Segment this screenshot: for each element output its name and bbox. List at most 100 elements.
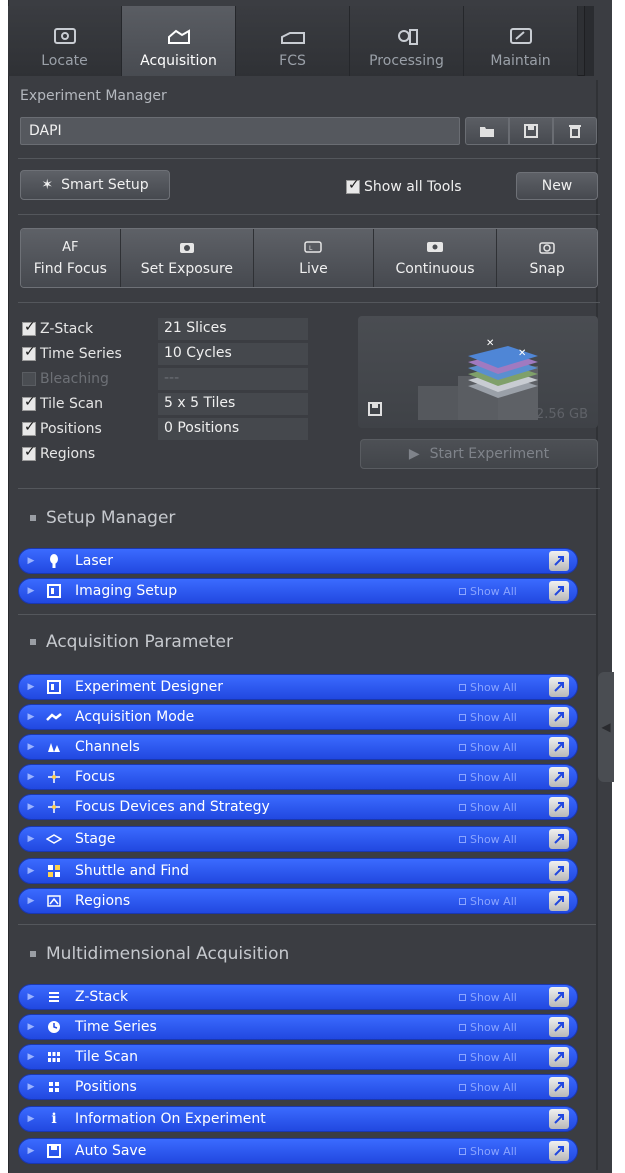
wand-icon: ✶ xyxy=(41,177,54,193)
expand-arrow-icon[interactable]: ▶ xyxy=(19,1022,43,1032)
expand-arrow-icon[interactable]: ▶ xyxy=(19,992,43,1002)
popout-icon[interactable] xyxy=(549,829,569,849)
tab-acquisition[interactable]: Acquisition xyxy=(122,6,236,76)
popout-icon[interactable] xyxy=(549,1017,569,1037)
tool-shuttle-and-find[interactable]: ▶ Shuttle and Find xyxy=(18,858,578,884)
laser-icon xyxy=(43,553,65,569)
tool-experiment-designer[interactable]: ▶ Experiment Designer Show All xyxy=(18,674,578,700)
tab-maintain[interactable]: Maintain xyxy=(464,6,578,76)
experiment-designer-icon xyxy=(43,680,65,694)
expand-arrow-icon[interactable]: ▶ xyxy=(19,802,43,812)
tool-acquisition-mode[interactable]: ▶ Acquisition Mode Show All xyxy=(18,704,578,730)
show-all-toggle[interactable]: Show All xyxy=(459,1051,549,1064)
popout-icon[interactable] xyxy=(549,767,569,787)
section-acquisition-parameter[interactable]: Acquisition Parameter xyxy=(30,632,233,652)
expand-arrow-icon[interactable]: ▶ xyxy=(19,866,43,876)
experiment-preview: ✕ ✕ 2.56 GB xyxy=(358,316,598,428)
panel-collapse-handle[interactable]: ◀ xyxy=(598,672,614,782)
new-button[interactable]: New xyxy=(516,172,598,200)
expand-arrow-icon[interactable]: ▶ xyxy=(19,682,43,692)
expand-arrow-icon[interactable]: ▶ xyxy=(19,712,43,722)
option-regions[interactable]: Regions xyxy=(22,441,312,466)
popout-icon[interactable] xyxy=(549,987,569,1007)
tool-tile-scan[interactable]: ▶ Tile Scan Show All xyxy=(18,1044,578,1070)
live-button[interactable]: L Live xyxy=(254,229,374,287)
focus-devices-icon xyxy=(43,800,65,814)
open-button[interactable] xyxy=(465,117,509,145)
expand-arrow-icon[interactable]: ▶ xyxy=(19,1114,43,1124)
tool-laser[interactable]: ▶ Laser xyxy=(18,548,578,574)
tool-positions[interactable]: ▶ Positions Show All xyxy=(18,1074,578,1100)
time-series-checkbox[interactable] xyxy=(22,344,36,361)
section-multidimensional-acquisition[interactable]: Multidimensional Acquisition xyxy=(30,944,289,964)
tool-regions[interactable]: ▶ Regions Show All xyxy=(18,888,578,914)
continuous-button[interactable]: Continuous xyxy=(373,229,498,287)
tool-focus[interactable]: ▶ Focus Show All xyxy=(18,764,578,790)
positions-checkbox[interactable] xyxy=(22,419,36,436)
show-all-toggle[interactable]: Show All xyxy=(459,585,549,598)
show-all-toggle[interactable]: Show All xyxy=(459,895,549,908)
tool-information-on-experiment[interactable]: ▶ i Information On Experiment xyxy=(18,1106,578,1132)
experiment-name-field[interactable]: DAPI xyxy=(20,117,460,145)
divider xyxy=(18,488,600,489)
option-positions[interactable]: Positions 0 Positions xyxy=(22,416,312,441)
show-all-toggle[interactable]: Show All xyxy=(459,1021,549,1034)
option-z-stack[interactable]: Z-Stack 21 Slices xyxy=(22,316,312,341)
option-tile-scan[interactable]: Tile Scan 5 x 5 Tiles xyxy=(22,391,312,416)
popout-icon[interactable] xyxy=(549,891,569,911)
popout-icon[interactable] xyxy=(549,1109,569,1129)
show-all-toggle[interactable]: Show All xyxy=(459,1081,549,1094)
delete-button[interactable] xyxy=(553,117,597,145)
save-button[interactable] xyxy=(509,117,553,145)
tile-scan-checkbox[interactable] xyxy=(22,394,36,411)
section-setup-manager[interactable]: Setup Manager xyxy=(30,508,175,528)
expand-arrow-icon[interactable]: ▶ xyxy=(19,896,43,906)
popout-icon[interactable] xyxy=(549,1047,569,1067)
set-exposure-button[interactable]: Set Exposure xyxy=(120,229,255,287)
show-all-toggle[interactable]: Show All xyxy=(459,711,549,724)
start-experiment-button[interactable]: ▶ Start Experiment xyxy=(360,439,598,469)
expand-arrow-icon[interactable]: ▶ xyxy=(19,834,43,844)
show-all-toggle[interactable]: Show All xyxy=(459,681,549,694)
expand-arrow-icon[interactable]: ▶ xyxy=(19,586,43,596)
regions-checkbox[interactable] xyxy=(22,444,36,461)
popout-icon[interactable] xyxy=(549,861,569,881)
tab-scroll-button[interactable] xyxy=(584,6,594,76)
popout-icon[interactable] xyxy=(549,551,569,571)
show-all-toggle[interactable]: Show All xyxy=(459,801,549,814)
z-stack-checkbox[interactable] xyxy=(22,319,36,336)
show-all-toggle[interactable]: Show All xyxy=(459,991,549,1004)
popout-icon[interactable] xyxy=(549,1141,569,1161)
tool-imaging-setup[interactable]: ▶ Imaging Setup Show All xyxy=(18,578,578,604)
tab-fcs[interactable]: FCS xyxy=(236,6,350,76)
expand-arrow-icon[interactable]: ▶ xyxy=(19,1052,43,1062)
tool-channels[interactable]: ▶ Channels Show All xyxy=(18,734,578,760)
find-focus-button[interactable]: AF Find Focus xyxy=(21,229,121,287)
tab-locate[interactable]: Locate xyxy=(8,6,122,76)
tab-processing[interactable]: Processing xyxy=(350,6,464,76)
show-all-toggle[interactable]: Show All xyxy=(459,833,549,846)
tool-z-stack[interactable]: ▶ Z-Stack Show All xyxy=(18,984,578,1010)
expand-arrow-icon[interactable]: ▶ xyxy=(19,1082,43,1092)
popout-icon[interactable] xyxy=(549,1077,569,1097)
tool-auto-save[interactable]: ▶ Auto Save Show All xyxy=(18,1138,578,1164)
tool-focus-devices-strategy[interactable]: ▶ Focus Devices and Strategy Show All xyxy=(18,794,578,820)
popout-icon[interactable] xyxy=(549,581,569,601)
tool-stage[interactable]: ▶ Stage Show All xyxy=(18,826,578,852)
popout-icon[interactable] xyxy=(549,797,569,817)
snap-button[interactable]: Snap xyxy=(497,229,597,287)
popout-icon[interactable] xyxy=(549,707,569,727)
tool-time-series[interactable]: ▶ Time Series Show All xyxy=(18,1014,578,1040)
option-time-series[interactable]: Time Series 10 Cycles xyxy=(22,341,312,366)
expand-arrow-icon[interactable]: ▶ xyxy=(19,742,43,752)
show-all-toggle[interactable]: Show All xyxy=(459,741,549,754)
popout-icon[interactable] xyxy=(549,677,569,697)
smart-setup-button[interactable]: ✶ Smart Setup xyxy=(20,170,170,200)
show-all-toggle[interactable]: Show All xyxy=(459,771,549,784)
show-all-toggle[interactable]: Show All xyxy=(459,1145,549,1158)
expand-arrow-icon[interactable]: ▶ xyxy=(19,1146,43,1156)
expand-arrow-icon[interactable]: ▶ xyxy=(19,772,43,782)
expand-arrow-icon[interactable]: ▶ xyxy=(19,556,43,566)
popout-icon[interactable] xyxy=(549,737,569,757)
show-all-tools-checkbox[interactable]: Show all Tools xyxy=(346,177,462,195)
